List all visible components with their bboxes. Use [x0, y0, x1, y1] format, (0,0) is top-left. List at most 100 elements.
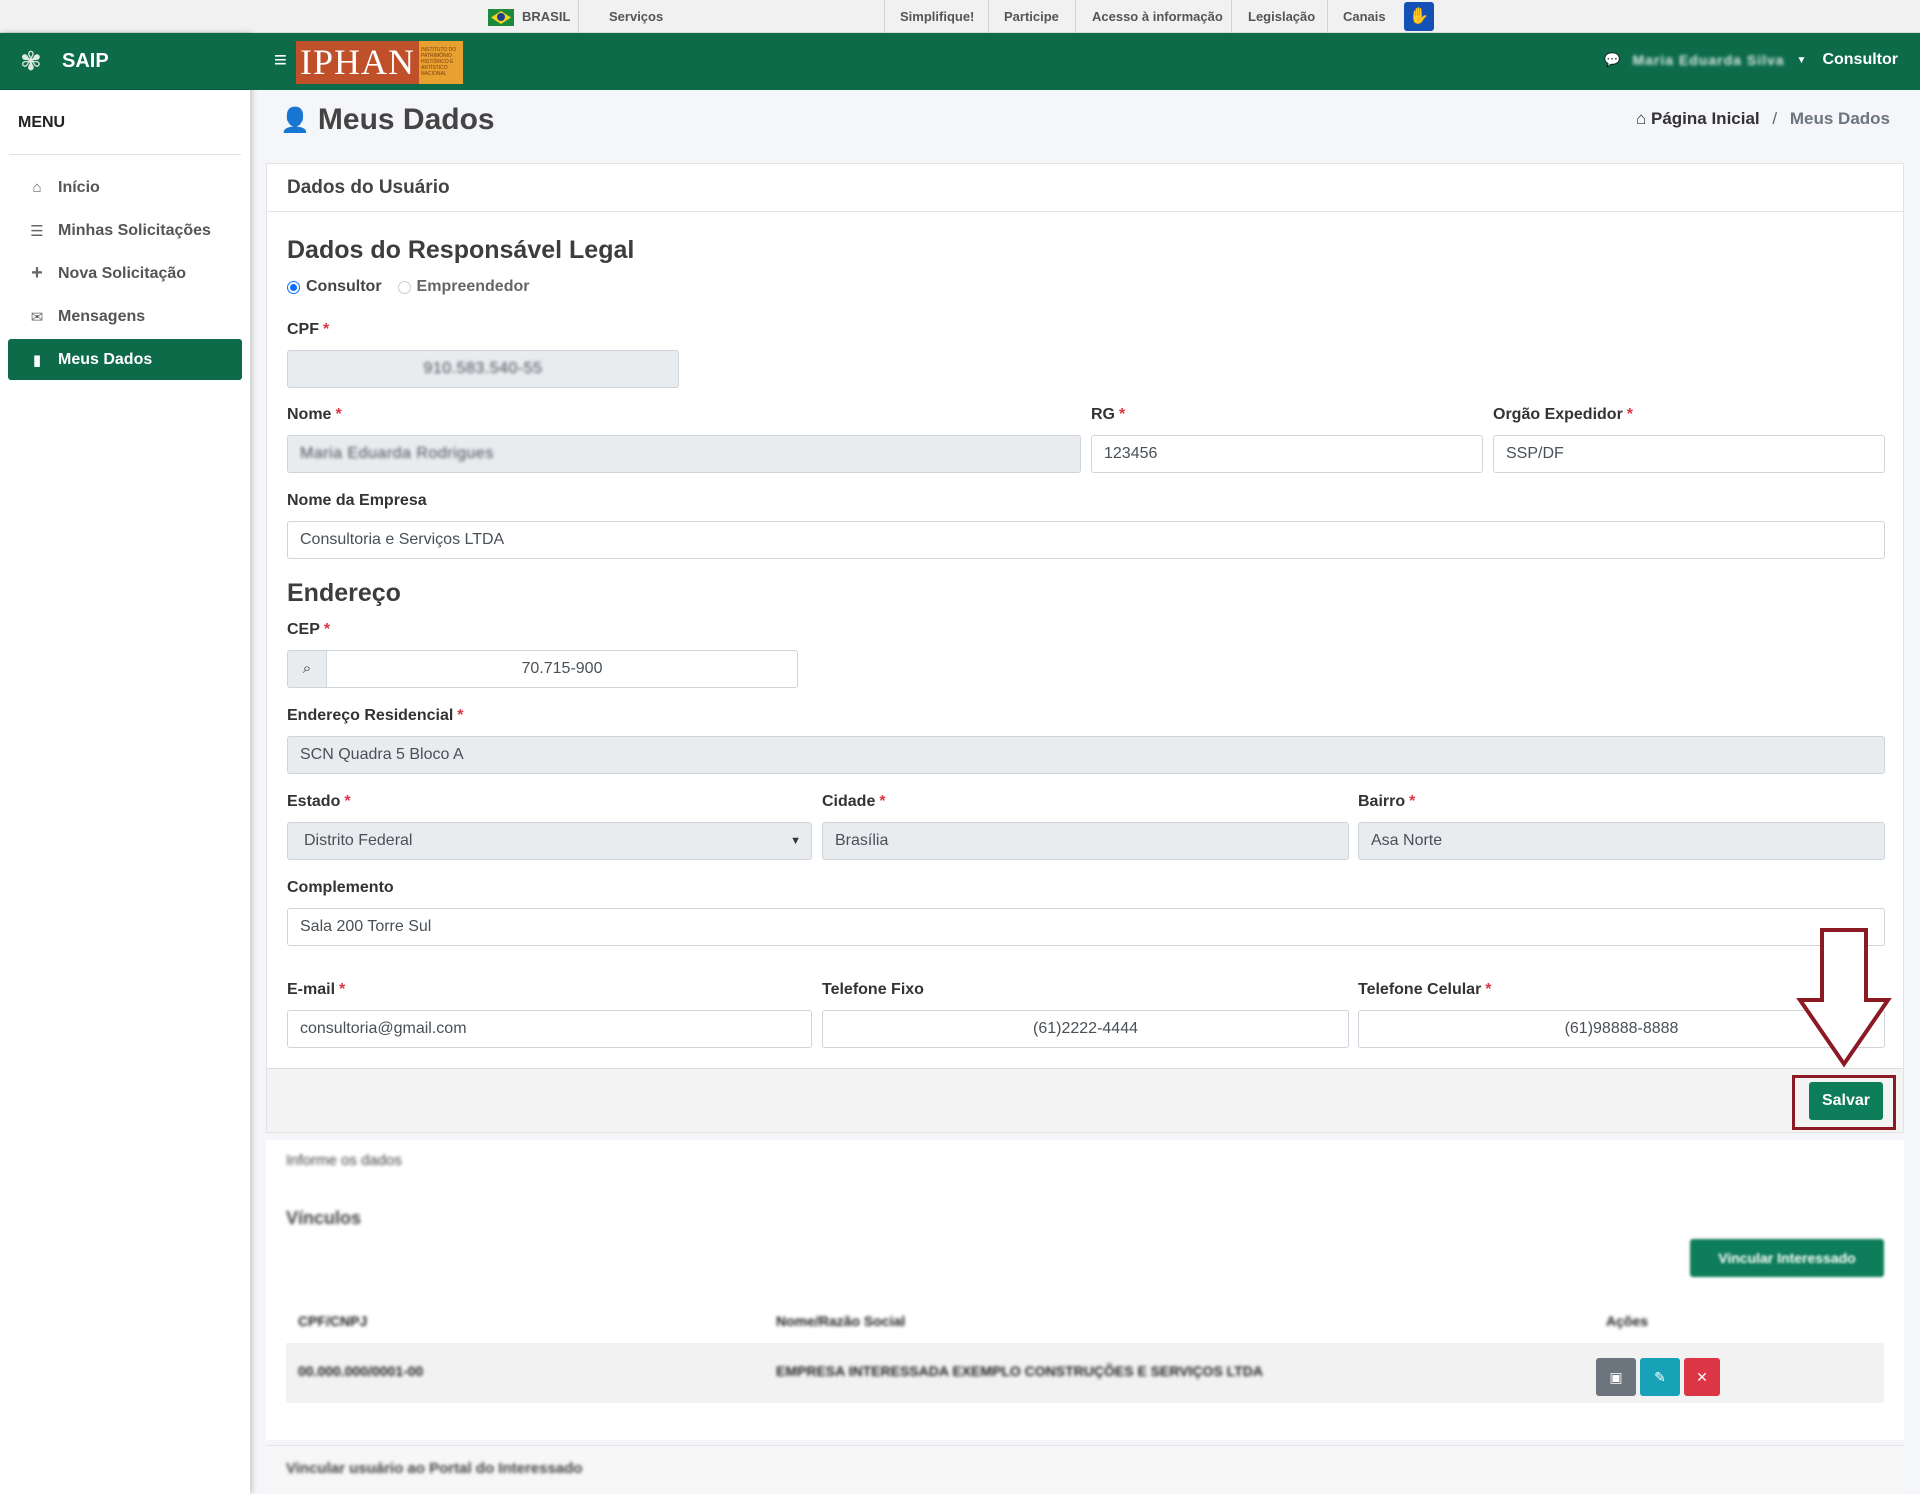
telefone-celular-label: Telefone Celular *	[1358, 981, 1492, 998]
iphan-logo-text: IPHAN	[296, 41, 420, 84]
sidebar-item-label: Mensagens	[58, 307, 146, 325]
telefone-fixo-field[interactable]: (61)2222-4444	[822, 1010, 1349, 1048]
sidebar-item-nova-solicitacao[interactable]: + Nova Solicitação	[8, 253, 242, 294]
user-area: 💬 Maria Eduarda Silva ▼ Consultor	[1604, 51, 1898, 69]
breadcrumb: ⌂ Página Inicial / Meus Dados	[1635, 109, 1890, 128]
lower-note: Informe os dados	[286, 1152, 402, 1169]
menu-title: MENU	[9, 90, 241, 155]
email-label: E-mail *	[287, 981, 346, 998]
column-header-doc: CPF/CNPJ	[298, 1313, 368, 1329]
cidade-label: Cidade *	[822, 793, 886, 810]
gov-top-bar: BRASIL Serviços Simplifique! Participe A…	[0, 0, 1920, 33]
radio-consultor[interactable]	[287, 280, 300, 294]
user-name[interactable]: Maria Eduarda Silva	[1632, 52, 1784, 68]
nome-field[interactable]: Maria Eduarda Rodrigues	[287, 435, 1081, 473]
vincular-interessado-button[interactable]: Vincular Interessado	[1690, 1239, 1884, 1277]
bairro-label: Bairro *	[1358, 793, 1416, 810]
estado-select[interactable]: Distrito Federal ▼	[287, 822, 812, 860]
plus-icon: +	[31, 262, 43, 284]
radio-empreendedor-label[interactable]: Empreendedor	[417, 278, 530, 296]
list-icon: ☰	[30, 222, 44, 240]
sidebar-item-label: Nova Solicitação	[58, 264, 187, 282]
rg-label: RG *	[1091, 406, 1126, 423]
cep-field[interactable]: 70.715-900	[326, 650, 798, 688]
table-row: 00.000.000/0001-00 EMPRESA INTERESSADA E…	[286, 1343, 1884, 1403]
row-doc: 00.000.000/0001-00	[298, 1363, 424, 1379]
card-header: Dados do Usuário	[267, 164, 1903, 212]
edit-icon[interactable]: ✎	[1640, 1358, 1680, 1396]
orgao-field[interactable]: SSP/DF	[1493, 435, 1885, 473]
user-role: Consultor	[1822, 51, 1898, 68]
radio-empreendedor[interactable]	[397, 280, 411, 294]
page-title: 👤 Meus Dados	[280, 103, 495, 137]
empresa-field[interactable]: Consultoria e Serviços LTDA	[287, 521, 1885, 559]
bairro-field[interactable]: Asa Norte	[1358, 822, 1885, 860]
gov-link-canais[interactable]: Canais	[1343, 9, 1386, 24]
sidebar-item-mensagens[interactable]: ✉ Mensagens	[8, 296, 242, 337]
cep-label: CEP *	[287, 621, 331, 638]
view-icon[interactable]: ▣	[1596, 1358, 1636, 1396]
sidebar-item-label: Minhas Solicitações	[58, 221, 211, 239]
section-legal-title: Dados do Responsável Legal	[287, 236, 635, 264]
telefone-fixo-label: Telefone Fixo	[822, 981, 924, 998]
iphan-logo[interactable]: IPHAN INSTITUTO DO PATRIMÔNIO HISTÓRICO …	[296, 41, 464, 84]
complemento-field[interactable]: Sala 200 Torre Sul	[287, 908, 1885, 946]
top-navbar: ≡ IPHAN INSTITUTO DO PATRIMÔNIO HISTÓRIC…	[250, 33, 1920, 90]
page-title-text: Meus Dados	[317, 103, 495, 136]
cep-search-icon[interactable]: ⌕	[287, 650, 327, 688]
delete-icon[interactable]: ✕	[1684, 1358, 1720, 1396]
sidebar-item-label: Meus Dados	[58, 350, 153, 368]
vinculos-title: Vínculos	[286, 1208, 362, 1228]
chevron-down-icon: ▼	[790, 835, 801, 847]
endereco-label: Endereço Residencial *	[287, 707, 464, 724]
iphan-logo-subtitle: INSTITUTO DO PATRIMÔNIO HISTÓRICO E ARTÍ…	[419, 41, 464, 84]
gov-services-link[interactable]: Serviços	[609, 9, 663, 24]
hamburger-menu-icon[interactable]: ≡	[274, 47, 287, 73]
lower-footer: Vincular usuário ao Portal do Interessad…	[266, 1445, 1904, 1494]
brazil-flag-icon	[488, 9, 514, 26]
brand[interactable]: ✾ SAIP	[0, 33, 250, 90]
file-icon: ▮	[32, 351, 42, 369]
chat-icon[interactable]: 💬	[1604, 52, 1620, 68]
sidebar-item-label: Início	[58, 178, 100, 196]
rg-field[interactable]: 123456	[1091, 435, 1483, 473]
brand-name: SAIP	[62, 49, 109, 72]
endereco-field[interactable]: SCN Quadra 5 Bloco A	[287, 736, 1885, 774]
complemento-label: Complemento	[287, 879, 394, 896]
sidebar-item-inicio[interactable]: ⌂ Início	[8, 167, 242, 208]
vlibras-hand-icon[interactable]: ✋	[1404, 2, 1434, 31]
cidade-field[interactable]: Brasília	[822, 822, 1349, 860]
orgao-label: Orgão Expedidor *	[1493, 406, 1634, 423]
gov-brasil-link[interactable]: BRASIL	[522, 9, 570, 24]
sidebar-item-minhas-solicitacoes[interactable]: ☰ Minhas Solicitações	[8, 210, 242, 251]
section-address-title: Endereço	[287, 579, 401, 607]
saip-logo-icon: ✾	[20, 46, 42, 76]
sidebar-nav: ⌂ Início ☰ Minhas Solicitações + Nova So…	[0, 167, 250, 380]
empresa-label: Nome da Empresa	[287, 492, 427, 509]
gov-link-simplifique[interactable]: Simplifique!	[900, 9, 974, 24]
breadcrumb-home-icon: ⌂	[1635, 109, 1647, 128]
vinculos-section: Informe os dados Vínculos Vincular Inter…	[266, 1140, 1904, 1440]
lower-footer-text: Vincular usuário ao Portal do Interessad…	[286, 1460, 583, 1477]
user-data-card: Dados do Usuário Dados do Responsável Le…	[266, 163, 1904, 1133]
chevron-down-icon[interactable]: ▼	[1797, 55, 1807, 66]
gov-link-acesso[interactable]: Acesso à informação	[1092, 9, 1223, 24]
cpf-field[interactable]: 910.583.540-55	[287, 350, 679, 388]
comments-icon: ✉	[30, 308, 44, 326]
breadcrumb-current: Meus Dados	[1789, 109, 1890, 128]
sidebar-item-meus-dados[interactable]: ▮ Meus Dados	[8, 339, 242, 380]
radio-consultor-label[interactable]: Consultor	[306, 278, 382, 296]
email-field[interactable]: consultoria@gmail.com	[287, 1010, 812, 1048]
breadcrumb-home[interactable]: Página Inicial	[1651, 109, 1760, 128]
sidebar: ✾ SAIP MENU ⌂ Início ☰ Minhas Solicitaçõ…	[0, 33, 250, 1494]
cpf-label: CPF *	[287, 321, 330, 338]
column-header-actions: Ações	[1606, 1313, 1649, 1329]
profile-radio-group: Consultor Empreendedor	[287, 278, 529, 296]
estado-label: Estado *	[287, 793, 351, 810]
user-icon: 👤	[280, 106, 310, 134]
gov-link-legislacao[interactable]: Legislação	[1248, 9, 1315, 24]
column-header-name: Nome/Razão Social	[776, 1313, 906, 1329]
row-name: EMPRESA INTERESSADA EXEMPLO CONSTRUÇÕES …	[776, 1363, 1263, 1379]
annotation-arrow-icon	[1796, 928, 1892, 1068]
gov-link-participe[interactable]: Participe	[1004, 9, 1059, 24]
